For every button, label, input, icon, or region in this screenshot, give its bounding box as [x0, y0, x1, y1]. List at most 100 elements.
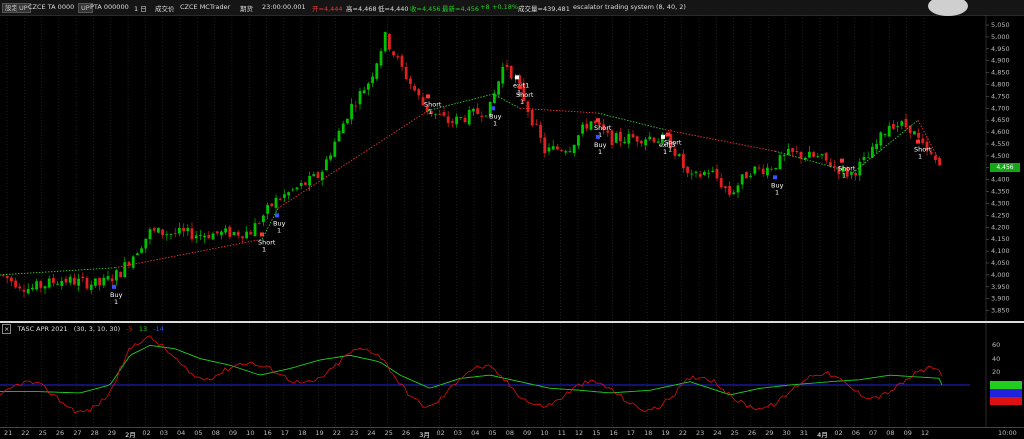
time-axis-label: 10	[540, 429, 549, 437]
time-axis-label: 09	[523, 429, 532, 437]
candle-body	[438, 114, 442, 115]
candle-body	[610, 130, 614, 146]
candle-body	[535, 123, 538, 125]
candle-body	[102, 277, 106, 286]
candle-body	[161, 229, 164, 235]
price-chart[interactable]: Buy1Short1Buy1Short1Buy1exit11Short1Shor…	[0, 15, 1024, 321]
candle-body	[753, 166, 757, 174]
price-tick-label: 4,900	[991, 57, 1010, 65]
candle-body	[329, 155, 332, 160]
candle-body	[64, 278, 68, 283]
candle-body	[375, 63, 379, 79]
candle-body	[417, 89, 421, 96]
price-tick-label: 4,100	[991, 247, 1010, 255]
candle-body	[728, 186, 731, 195]
candle-body	[455, 116, 458, 125]
candle-body	[698, 173, 702, 177]
candle-body	[556, 146, 559, 150]
open-value: 开=4,444	[312, 5, 343, 13]
candle-body	[589, 121, 593, 130]
candle-body	[614, 133, 618, 143]
candle-body	[194, 235, 198, 239]
low-value: 低=4,440	[378, 5, 409, 13]
candle-body	[824, 152, 828, 161]
trade-signal-buy: Buy1	[771, 175, 784, 196]
candle-body	[358, 91, 362, 105]
candle-body	[749, 175, 752, 177]
candle-body	[291, 189, 295, 191]
candle-body	[736, 185, 740, 193]
candle-body	[585, 123, 589, 129]
time-axis-label: 22	[678, 429, 687, 437]
candle-body	[182, 227, 185, 232]
red-value-badge	[990, 397, 1022, 405]
candle-body	[73, 277, 76, 285]
candle-body	[52, 278, 55, 283]
price-tick-label: 4,350	[991, 188, 1010, 196]
candle-body	[140, 248, 143, 253]
signal-count: 1	[663, 148, 667, 156]
candle-body	[367, 83, 370, 90]
candle-body	[190, 228, 194, 240]
time-axis-label: 23	[696, 429, 705, 437]
candle-body	[85, 277, 89, 289]
indicator-chart[interactable]: 6040200-20	[0, 323, 1024, 427]
time-axis-label: 02	[142, 429, 151, 437]
candle-body	[472, 108, 475, 112]
chart-toolbar: 設定 UP CZCE TA 0000 UP PTA 000000 1 日 成交价…	[0, 0, 1024, 16]
close-value: 收=4,456	[410, 5, 441, 13]
time-axis-label: 02	[834, 429, 843, 437]
candle-body	[94, 278, 97, 286]
candle-body	[43, 286, 47, 289]
time-axis-label: 11	[557, 429, 566, 437]
symbol-label: CZCE TA 0000	[28, 3, 75, 11]
high-value: 高=4,468	[346, 5, 377, 13]
candle-body	[346, 118, 349, 123]
candle-body	[245, 231, 248, 239]
time-axis-label: 24	[367, 429, 376, 437]
candle-body	[862, 156, 866, 161]
signal-count: 1	[262, 245, 266, 253]
candle-body	[459, 117, 463, 118]
candle-body	[451, 121, 454, 123]
time-axis-label: 24	[713, 429, 722, 437]
time-axis-label: 29	[107, 429, 117, 437]
candle-body	[652, 137, 656, 143]
candle-body	[371, 76, 374, 84]
candle-body	[278, 198, 282, 200]
indicator-params: (30, 3, 10, 30)	[73, 325, 121, 333]
price-tick-label: 4,050	[991, 259, 1010, 267]
time-axis-label: 25	[384, 429, 393, 437]
candle-body	[98, 278, 101, 286]
candle-body	[178, 227, 181, 234]
candle-body	[283, 194, 286, 198]
candle-body	[236, 232, 240, 236]
candle-body	[383, 32, 387, 52]
candle-body	[858, 161, 862, 176]
time-axis-label: 22	[21, 429, 30, 437]
time-axis-label: 28	[90, 429, 99, 437]
trade-signal-short: Short1	[258, 232, 276, 253]
candle-body	[711, 170, 715, 172]
candle-body	[568, 151, 572, 152]
price-tick-label: 4,500	[991, 152, 1010, 160]
candle-body	[904, 118, 908, 128]
candle-body	[778, 155, 782, 169]
signal-count: 1	[598, 148, 602, 156]
time-axis-label: 25	[730, 429, 739, 437]
close-indicator-icon[interactable]: ×	[2, 324, 12, 334]
candle-body	[199, 235, 202, 236]
time-axis-label: 21	[4, 429, 13, 437]
candle-body	[396, 56, 400, 58]
price-tick-label: 4,600	[991, 128, 1010, 136]
candle-body	[392, 51, 395, 56]
time-axis-label: 29	[765, 429, 774, 437]
candle-body	[719, 178, 723, 188]
time-axis-label: 18	[298, 429, 307, 437]
time-axis-label: 31	[799, 429, 809, 437]
signal-label: Short	[838, 165, 856, 173]
candle-body	[47, 278, 51, 288]
candle-body	[816, 156, 820, 157]
time-axis-label: 22	[332, 429, 341, 437]
candle-body	[110, 278, 114, 282]
